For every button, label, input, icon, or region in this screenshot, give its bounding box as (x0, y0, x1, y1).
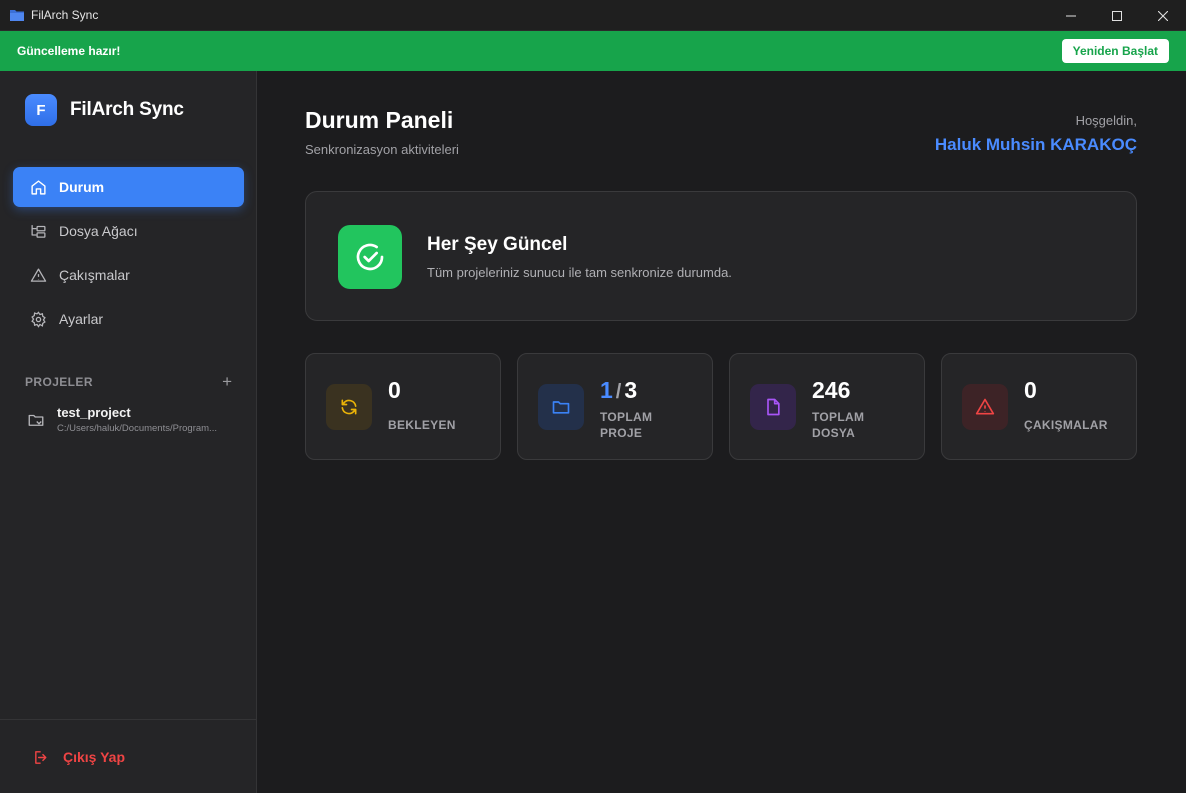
folder-tree-icon (29, 222, 47, 240)
project-path: C:/Users/haluk/Documents/Program... (57, 423, 217, 434)
home-icon (29, 178, 47, 196)
logout-label: Çıkış Yap (63, 749, 126, 765)
close-window-button[interactable] (1140, 0, 1186, 31)
logout-button[interactable]: Çıkış Yap (33, 748, 125, 766)
status-description: Tüm projeleriniz sunucu ile tam senkroni… (427, 265, 732, 280)
stat-label: TOPLAM DOSYA (812, 409, 912, 441)
brand: F FilArch Sync (25, 94, 184, 126)
sidebar-item-label: Çakışmalar (59, 267, 130, 283)
stat-label: TOPLAM PROJE (600, 409, 700, 441)
folder-sync-icon (27, 411, 47, 431)
stat-label-line2: DOSYA (812, 426, 856, 440)
stat-value-total: 3 (624, 377, 638, 403)
stat-label-line1: TOPLAM (812, 410, 865, 424)
stat-card-pending: 0 BEKLEYEN (305, 353, 501, 460)
stat-value: 246 (812, 377, 851, 403)
sidebar-footer: Çıkış Yap (0, 719, 256, 793)
warning-triangle-icon (29, 266, 47, 284)
gear-icon (29, 310, 47, 328)
sync-icon (326, 384, 372, 430)
stat-card-conflicts: 0 ÇAKIŞMALAR (941, 353, 1137, 460)
maximize-button[interactable] (1094, 0, 1140, 31)
stat-value: 0 (388, 377, 401, 403)
projects-label: PROJELER (25, 374, 93, 389)
sidebar-item-ayarlar[interactable]: Ayarlar (13, 299, 244, 339)
sidebar-item-label: Ayarlar (59, 311, 104, 327)
file-icon (750, 384, 796, 430)
sidebar-item-label: Dosya Ağacı (59, 223, 138, 239)
brand-name: FilArch Sync (70, 99, 184, 120)
main-content: Durum Paneli Senkronizasyon aktiviteleri… (257, 71, 1186, 793)
maximize-icon (1112, 10, 1122, 21)
sidebar: F FilArch Sync Durum Dosya Ağacı Çakışma… (0, 71, 257, 793)
sidebar-nav: Durum Dosya Ağacı Çakışmalar Ayarlar (13, 167, 244, 343)
sidebar-item-label: Durum (59, 179, 105, 195)
project-name: test_project (57, 405, 131, 420)
username: Haluk Muhsin KARAKOÇ (934, 135, 1137, 154)
stat-label: ÇAKIŞMALAR (1024, 418, 1108, 432)
sidebar-item-dosya-agaci[interactable]: Dosya Ağacı (13, 211, 244, 251)
project-item[interactable]: test_project C:/Users/haluk/Documents/Pr… (27, 405, 237, 434)
stat-label: BEKLEYEN (388, 418, 456, 432)
stat-value-active: 1 (600, 377, 613, 403)
stat-label-line1: TOPLAM (600, 410, 653, 424)
brand-logo: F (25, 94, 57, 126)
sidebar-item-durum[interactable]: Durum (13, 167, 244, 207)
projects-header: PROJELER + (25, 373, 232, 390)
stat-card-files: 246 TOPLAM DOSYA (729, 353, 925, 460)
page-subtitle: Senkronizasyon aktiviteleri (305, 142, 459, 157)
stat-value: 0 (1024, 377, 1037, 403)
minimize-button[interactable] (1048, 0, 1094, 31)
logout-icon (33, 748, 51, 766)
alert-icon (962, 384, 1008, 430)
status-card: Her Şey Güncel Tüm projeleriniz sunucu i… (305, 191, 1137, 321)
stat-label-line2: PROJE (600, 426, 643, 440)
window-controls (1048, 0, 1186, 31)
update-banner: Güncelleme hazır! Yeniden Başlat (0, 31, 1186, 71)
window-title: FilArch Sync (31, 8, 99, 22)
status-title: Her Şey Güncel (427, 234, 568, 255)
stat-value-separator: / (615, 381, 622, 403)
check-circle-icon (338, 225, 402, 289)
add-project-button[interactable]: + (222, 373, 232, 390)
restart-button[interactable]: Yeniden Başlat (1061, 39, 1169, 63)
sidebar-item-cakismalar[interactable]: Çakışmalar (13, 255, 244, 295)
page-title: Durum Paneli (305, 107, 454, 133)
welcome-text: Hoşgeldin, (1075, 113, 1137, 128)
close-icon (1158, 10, 1168, 21)
minimize-icon (1066, 15, 1076, 16)
app-logo-icon (9, 7, 25, 23)
update-message: Güncelleme hazır! (17, 44, 121, 58)
folder-icon (538, 384, 584, 430)
stat-value: 1/3 (600, 377, 637, 404)
stat-card-projects: 1/3 TOPLAM PROJE (517, 353, 713, 460)
title-bar: FilArch Sync (0, 0, 1186, 31)
